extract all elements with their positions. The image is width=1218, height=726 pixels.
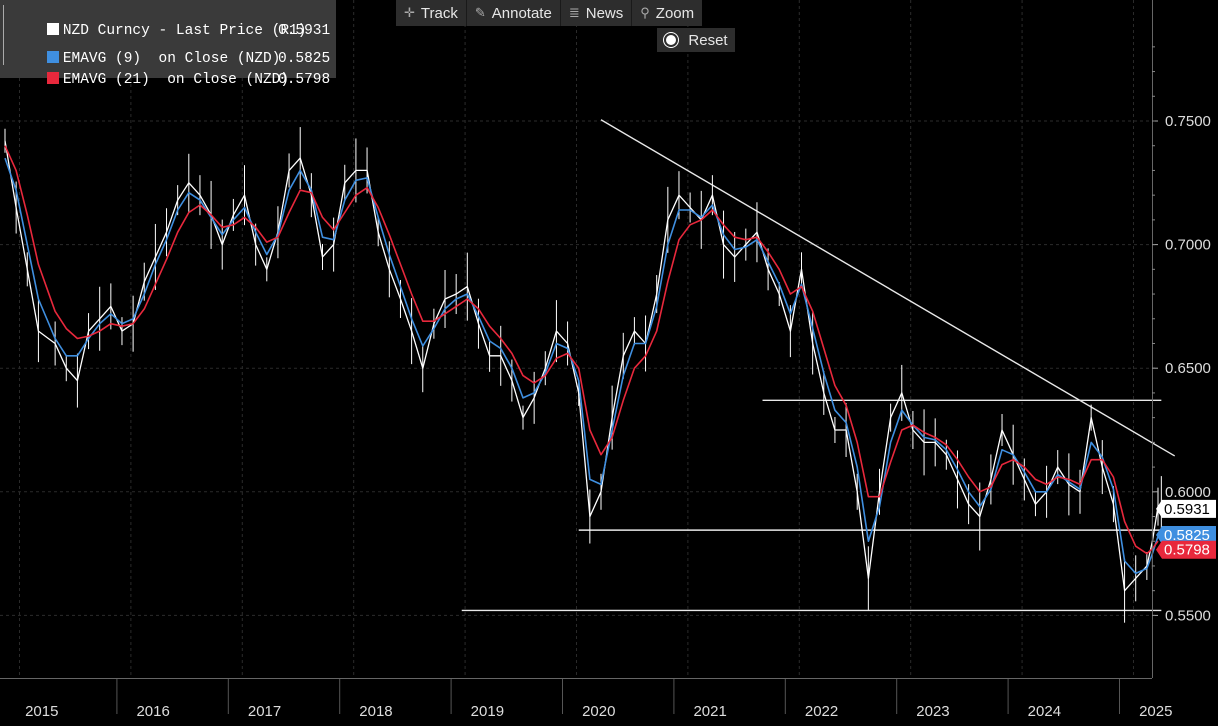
news-button[interactable]: ≣ News <box>561 0 633 26</box>
price-tag-label: 0.5798 <box>1164 542 1210 559</box>
crosshair-icon: ✛ <box>404 5 415 20</box>
chart-canvas[interactable]: 0.75000.70000.65000.60000.5500 2015 2016 2… <box>0 0 1218 726</box>
legend: NZD Curncy - Last Price (R1) 0.5931 EMAVG… <box>0 0 336 88</box>
y-axis: 0.7500 0.7000 0.6500 0.6000 0.5500 <box>1152 0 1211 678</box>
pencil-icon: ✎ <box>474 5 486 20</box>
y-tick-label: 0.7000 <box>1165 237 1211 254</box>
x-tick-label: 2021 <box>693 703 726 720</box>
x-tick-label: 2023 <box>916 703 949 720</box>
legend-item-price[interactable]: NZD Curncy - Last Price (R1) 0.5931 <box>12 1 330 39</box>
track-button[interactable]: ✛ Track <box>396 0 467 26</box>
price-tag-label: 0.5931 <box>1164 501 1210 518</box>
y-tick-label: 0.6000 <box>1165 484 1211 501</box>
legend-swatch-ema21 <box>46 72 59 84</box>
legend-item-ema9[interactable]: EMAVG (9) on Close (NZD) 0.5825 <box>12 29 330 67</box>
legend-item-ema21[interactable]: EMAVG (21) on Close (NZD) 0.5798 <box>12 50 330 88</box>
magnifier-icon: ⚲ <box>640 5 650 20</box>
x-tick-label: 2025 <box>1139 703 1172 720</box>
price-tags: 0.59310.58250.5798 <box>1156 499 1216 559</box>
x-tick-label: 2022 <box>805 703 838 720</box>
price-tag: 0.5798 <box>1156 540 1216 559</box>
x-tick-label: 2017 <box>248 703 281 720</box>
y-tick-label: 0.5500 <box>1165 607 1211 624</box>
chart-grid <box>0 0 1152 678</box>
x-tick-label: 2016 <box>136 703 169 720</box>
news-icon: ≣ <box>568 5 580 20</box>
reset-button[interactable]: Reset <box>657 28 735 52</box>
zoom-button[interactable]: ⚲ Zoom <box>632 0 702 26</box>
chart-toolbar: ✛ Track ✎ Annotate ≣ News ⚲ Zoom <box>396 0 703 26</box>
x-tick-label: 2018 <box>359 703 392 720</box>
price-tag: 0.5931 <box>1156 499 1216 518</box>
x-tick-label: 2015 <box>25 703 58 720</box>
x-axis: 2015 2016 2017 2018 2019 2020 2021 2022 2023 2024… <box>0 678 1172 720</box>
annotate-button[interactable]: ✎ Annotate <box>467 0 561 26</box>
x-tick-label: 2019 <box>471 703 504 720</box>
y-tick-label: 0.7500 <box>1165 113 1211 130</box>
y-tick-label: 0.6500 <box>1165 360 1211 377</box>
radio-dot-icon <box>664 33 679 47</box>
x-tick-label: 2024 <box>1028 703 1061 720</box>
x-tick-label: 2020 <box>582 703 615 720</box>
legend-tree-lines <box>3 5 12 65</box>
